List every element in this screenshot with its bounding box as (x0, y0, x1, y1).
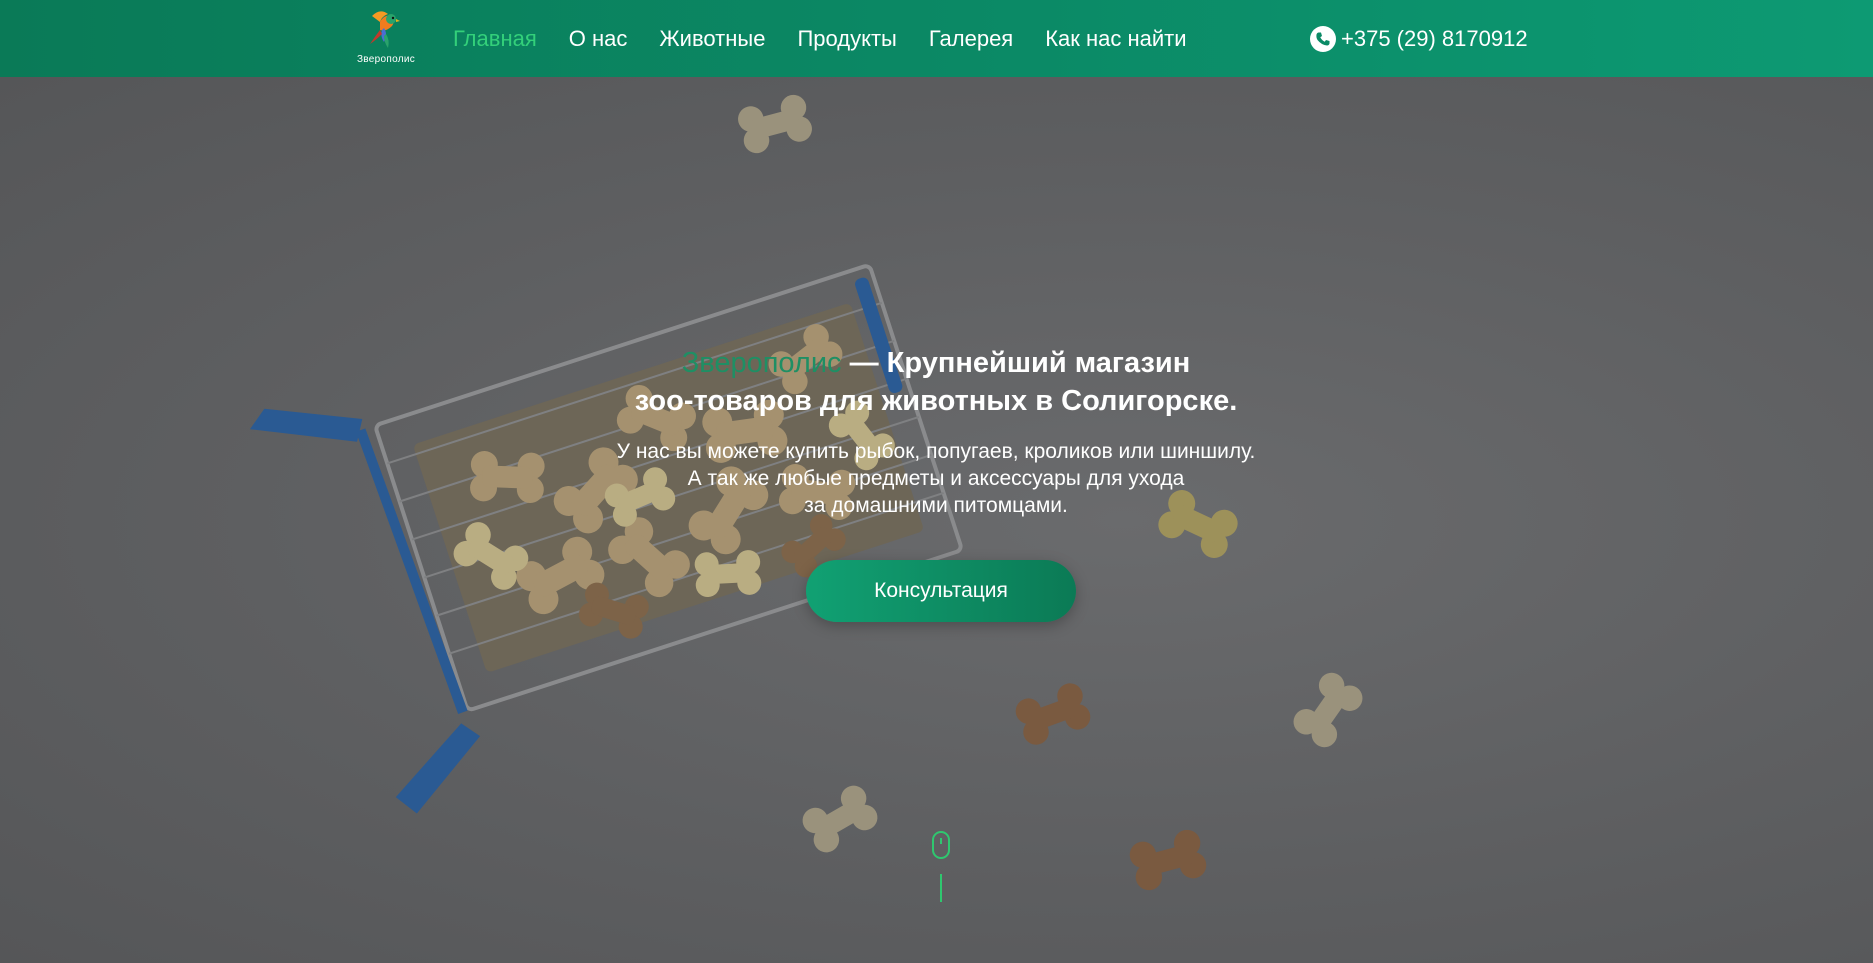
hero-section: Зверополис — Крупнейший магазин зоо-това… (0, 77, 1873, 963)
site-header: Зверополис Главная О нас Животные Продук… (0, 0, 1873, 77)
main-nav: Главная О нас Животные Продукты Галерея … (453, 0, 1219, 77)
phone-link[interactable]: +375 (29) 8170912 (1310, 0, 1528, 77)
nav-item-gallery[interactable]: Галерея (929, 26, 1013, 52)
nav-item-animals[interactable]: Животные (659, 26, 765, 52)
logo[interactable]: Зверополис (350, 4, 422, 70)
hero-description: У нас вы можете купить рыбок, попугаев, … (436, 438, 1436, 519)
parrot-logo-icon (370, 11, 400, 48)
nav-item-products[interactable]: Продукты (797, 26, 896, 52)
phone-icon (1310, 25, 1336, 52)
hero-text-line3: за домашними питомцами. (804, 494, 1068, 517)
nav-item-about[interactable]: О нас (569, 26, 628, 52)
nav-item-location[interactable]: Как нас найти (1045, 26, 1186, 52)
hero-content: Зверополис — Крупнейший магазин зоо-това… (0, 77, 1873, 963)
mouse-scroll-icon[interactable] (928, 830, 954, 908)
nav-item-home[interactable]: Главная (453, 26, 537, 52)
hero-title-line2: зоо-товаров для животных в Солигорске. (634, 385, 1238, 417)
hero-text-line1: У нас вы можете купить рыбок, попугаев, … (616, 440, 1256, 463)
hero-text-line2: А так же любые предметы и аксессуары для… (687, 467, 1185, 490)
hero-title: Зверополис — Крупнейший магазин зоо-това… (436, 344, 1436, 420)
hero-title-line1: — Крупнейший магазин (841, 347, 1191, 379)
logo-text: Зверополис (356, 54, 416, 65)
consultation-button[interactable]: Консультация (806, 560, 1076, 622)
phone-number: +375 (29) 8170912 (1341, 25, 1528, 51)
hero-brand-name: Зверополис (681, 347, 842, 379)
